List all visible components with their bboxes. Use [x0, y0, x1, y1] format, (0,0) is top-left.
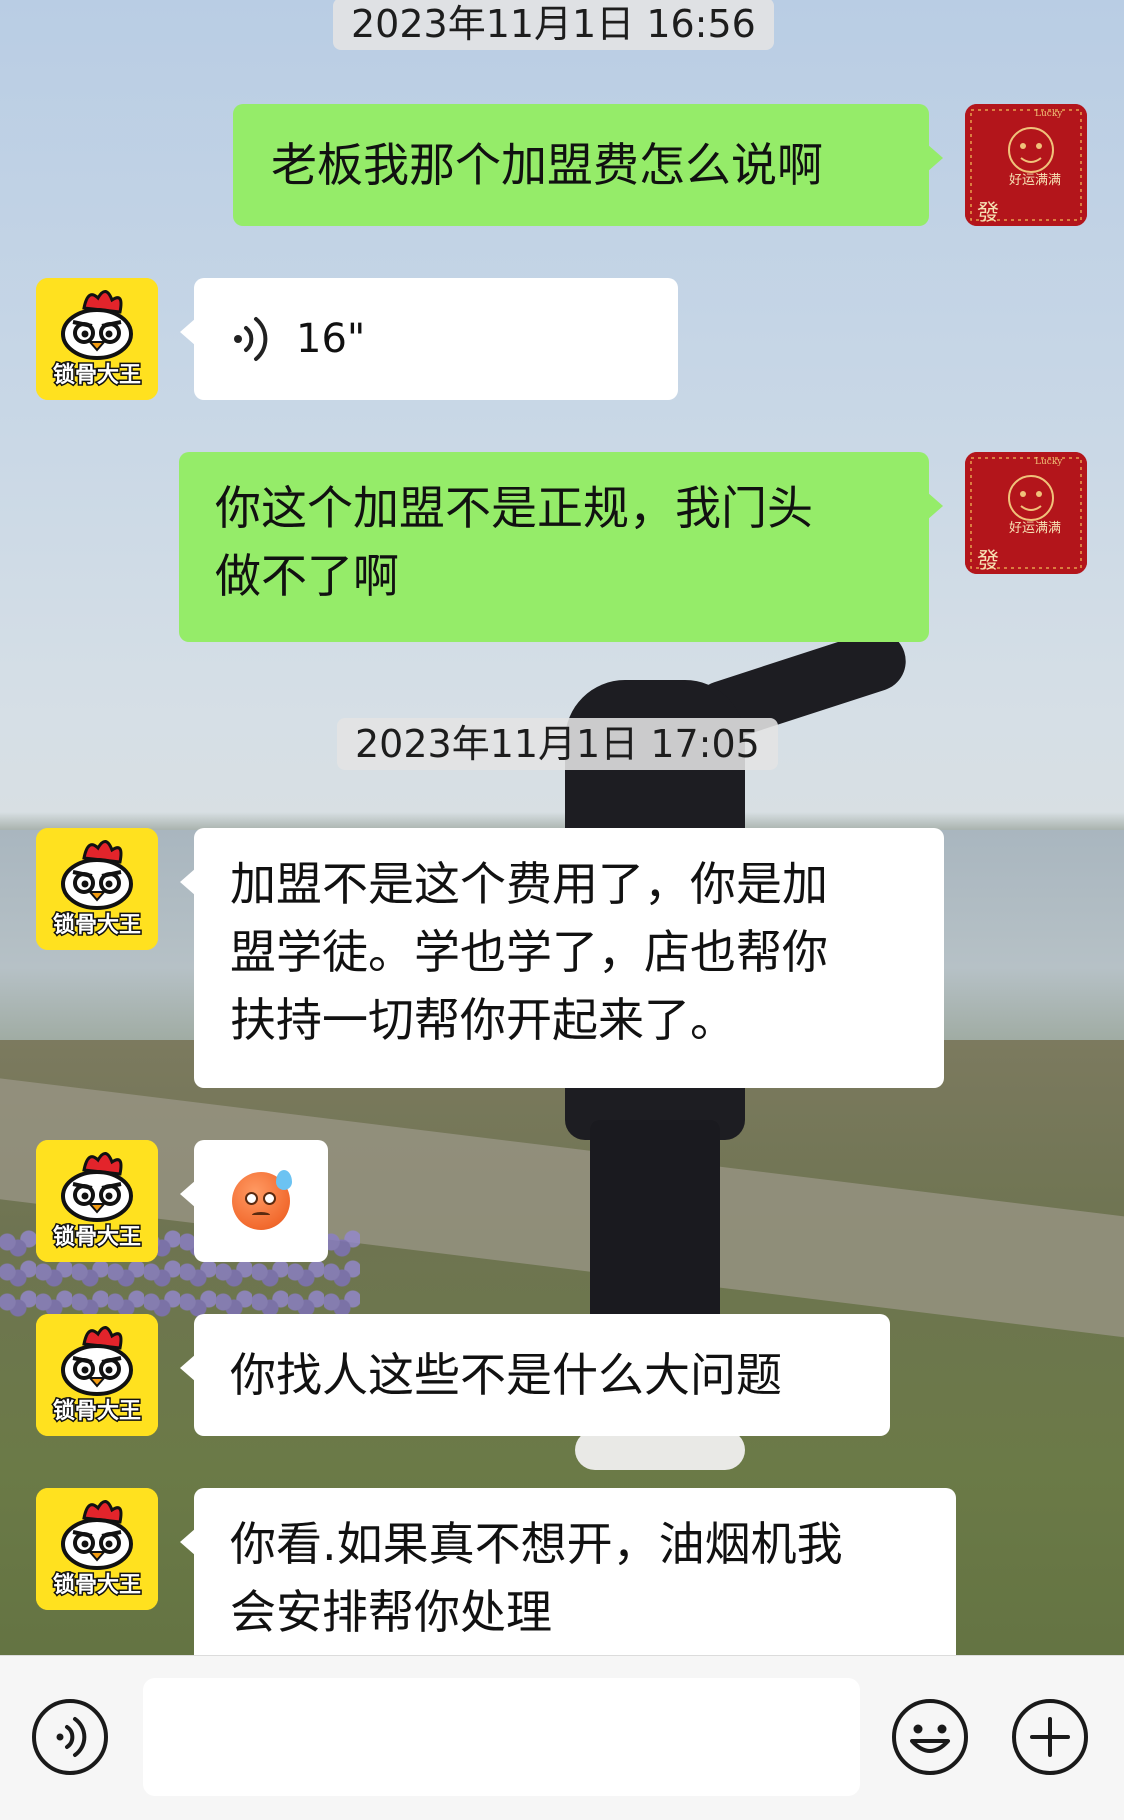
contact-avatar[interactable]: 锁骨大王 [36, 1140, 158, 1262]
message-input[interactable] [143, 1678, 860, 1796]
chat-input-bar [0, 1655, 1124, 1820]
svg-text:Lucky: Lucky [1035, 109, 1063, 119]
voice-input-button[interactable] [30, 1697, 110, 1777]
message-text-line: 会安排帮你处理 [230, 1585, 552, 1639]
message-bubble-incoming[interactable]: 你看.如果真不想开，油烟机我 会安排帮你处理 [180, 1488, 956, 1668]
red-envelope-avatar-icon: Lucky 好运满满 發 [965, 104, 1087, 226]
svg-text:锁骨大王: 锁骨大王 [53, 912, 141, 938]
message-text-line: 你看.如果真不想开，油烟机我 [230, 1517, 843, 1571]
svg-text:锁骨大王: 锁骨大王 [53, 1572, 141, 1598]
voice-duration: 16" [296, 316, 366, 362]
rooster-logo-icon: 锁骨大王 [36, 278, 158, 400]
timestamp: 2023年11月1日 17:05 [337, 718, 778, 770]
message-bubble-outgoing[interactable]: 你这个加盟不是正规，我门头 做不了啊 [179, 452, 943, 642]
more-actions-button[interactable] [1010, 1697, 1090, 1777]
red-envelope-avatar-icon: Lucky 好运满满 發 [965, 452, 1087, 574]
emoji-button[interactable] [890, 1697, 970, 1777]
chat-message-list[interactable]: 2023年11月1日 16:56 老板我那个加盟费怎么说啊 Lucky 好运满满… [0, 0, 1124, 1668]
svg-text:好运满满: 好运满满 [1009, 173, 1061, 188]
message-text: 老板我那个加盟费怎么说啊 [271, 138, 823, 192]
svg-text:Lucky: Lucky [1035, 457, 1063, 467]
my-avatar[interactable]: Lucky 好运满满 發 [965, 104, 1087, 226]
svg-text:锁骨大王: 锁骨大王 [53, 1398, 141, 1424]
message-text-line: 加盟不是这个费用了，你是加 [230, 857, 828, 911]
message-text-line: 你这个加盟不是正规，我门头 [215, 481, 813, 535]
message-text-line: 扶持一切帮你开起来了。 [230, 993, 736, 1047]
message-text-line: 盟学徒。学也学了，店也帮你 [230, 925, 828, 979]
message-text-line: 做不了啊 [215, 549, 399, 603]
message-text: 你找人这些不是什么大问题 [230, 1348, 782, 1402]
voice-message-bubble[interactable]: 16" [180, 278, 678, 400]
timestamp: 2023年11月1日 16:56 [333, 0, 774, 50]
svg-text:锁骨大王: 锁骨大王 [53, 1224, 141, 1250]
rooster-logo-icon: 锁骨大王 [36, 828, 158, 950]
my-avatar[interactable]: Lucky 好运满满 發 [965, 452, 1087, 574]
rooster-logo-icon: 锁骨大王 [36, 1314, 158, 1436]
svg-text:好运满满: 好运满满 [1009, 521, 1061, 536]
voice-icon [32, 1699, 108, 1775]
rooster-logo-icon: 锁骨大王 [36, 1140, 158, 1262]
message-bubble-incoming[interactable]: 你找人这些不是什么大问题 [180, 1314, 890, 1436]
contact-avatar[interactable]: 锁骨大王 [36, 828, 158, 950]
rooster-logo-icon: 锁骨大王 [36, 1488, 158, 1610]
svg-text:發: 發 [977, 201, 999, 226]
plus-icon [1012, 1699, 1088, 1775]
svg-text:發: 發 [977, 549, 999, 574]
voice-wave-icon [234, 317, 268, 361]
contact-avatar[interactable]: 锁骨大王 [36, 1314, 158, 1436]
contact-avatar[interactable]: 锁骨大王 [36, 278, 158, 400]
message-bubble-incoming[interactable]: 加盟不是这个费用了，你是加 盟学徒。学也学了，店也帮你 扶持一切帮你开起来了。 [180, 828, 944, 1088]
sweat-face-emoji-icon [232, 1170, 292, 1230]
emoji-message-bubble[interactable] [180, 1140, 328, 1262]
emoji-icon [892, 1699, 968, 1775]
message-bubble-outgoing[interactable]: 老板我那个加盟费怎么说啊 [233, 104, 943, 226]
contact-avatar[interactable]: 锁骨大王 [36, 1488, 158, 1610]
svg-text:锁骨大王: 锁骨大王 [53, 362, 141, 388]
